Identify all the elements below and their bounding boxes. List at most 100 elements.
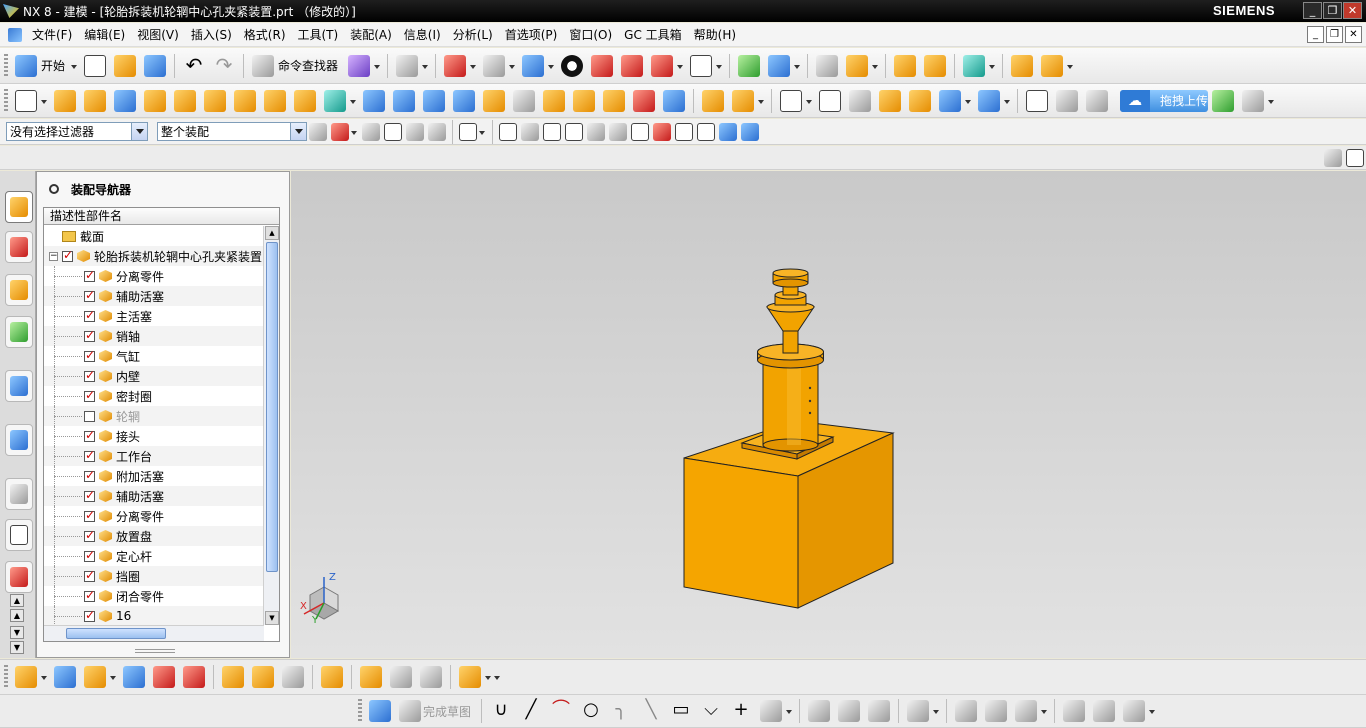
scroll-down-icon[interactable]: ▼: [10, 626, 24, 639]
fillet-icon[interactable]: ╮: [610, 700, 632, 722]
revolve-icon[interactable]: [84, 89, 106, 112]
feature-selection-icon[interactable]: [384, 122, 402, 141]
edge-blend-icon[interactable]: [483, 89, 505, 112]
assembly-constraints-icon[interactable]: [222, 666, 244, 688]
background-icon[interactable]: [690, 54, 713, 77]
tree-row-part[interactable]: 辅助活塞: [44, 486, 264, 506]
part-checkbox[interactable]: [84, 308, 95, 322]
panel-resize-handle[interactable]: [135, 649, 175, 653]
menu-file[interactable]: 文件(F): [26, 26, 78, 43]
tree-row-part[interactable]: 内壁: [44, 366, 264, 386]
tree-row-part[interactable]: 16: [44, 606, 264, 625]
circle-icon[interactable]: ○: [580, 700, 602, 722]
part-checkbox[interactable]: [84, 448, 95, 462]
background-dropdown[interactable]: [716, 56, 723, 76]
chamfer-sketch-icon[interactable]: ╲: [640, 700, 662, 722]
save-icon[interactable]: [144, 54, 167, 77]
column-header[interactable]: 描述性部件名: [44, 208, 279, 225]
part-checkbox[interactable]: [84, 468, 95, 482]
start-dropdown[interactable]: [71, 56, 78, 76]
tree-row-part[interactable]: 闭合零件: [44, 586, 264, 606]
doc-close-button[interactable]: ✕: [1345, 26, 1362, 43]
rotate-view-dropdown[interactable]: [509, 56, 516, 76]
ruled-surface-icon[interactable]: [819, 89, 841, 112]
constraint-navigator-tab[interactable]: [5, 231, 33, 263]
slot-icon[interactable]: [264, 89, 286, 112]
make-corner-icon[interactable]: [868, 700, 891, 722]
toolbar-grip[interactable]: [4, 53, 8, 78]
sketch-icon[interactable]: [15, 89, 37, 112]
extrude-icon[interactable]: [54, 89, 76, 112]
shell-icon[interactable]: [543, 89, 565, 112]
snap-quadrant-icon[interactable]: [653, 122, 671, 141]
offset-dropdown[interactable]: [933, 701, 940, 721]
menu-assemblies[interactable]: 装配(A): [344, 26, 398, 43]
tree-row-part[interactable]: 定心杆: [44, 546, 264, 566]
menu-analysis[interactable]: 分析(L): [447, 26, 499, 43]
product-interface-dropdown[interactable]: [485, 667, 491, 687]
arc-icon[interactable]: ⌒: [550, 700, 572, 722]
root-checkbox[interactable]: [62, 248, 73, 262]
snap-enable-icon[interactable]: [499, 122, 517, 141]
studio-render-icon[interactable]: [621, 54, 644, 77]
select-all-dropdown[interactable]: [351, 122, 357, 142]
new-file-icon[interactable]: [84, 54, 107, 77]
subtract-icon[interactable]: [732, 89, 754, 112]
clock-tab[interactable]: [5, 478, 33, 510]
unite-icon[interactable]: [702, 89, 724, 112]
keyboard-icon[interactable]: [1242, 89, 1264, 112]
n-sided-surface-icon[interactable]: [909, 89, 931, 112]
extension-dropdown[interactable]: [1004, 91, 1010, 111]
point-icon[interactable]: +: [730, 700, 752, 722]
component-pattern-icon[interactable]: [123, 666, 145, 688]
wcs-origin-icon[interactable]: [768, 54, 791, 77]
tree-row-part[interactable]: 气缸: [44, 346, 264, 366]
menu-information[interactable]: 信息(I): [398, 26, 447, 43]
part-checkbox[interactable]: [84, 528, 95, 542]
doc-minimize-button[interactable]: _: [1307, 26, 1324, 43]
tree-row-part[interactable]: 挡圈: [44, 566, 264, 586]
part-checkbox[interactable]: [84, 588, 95, 602]
chain-selection-icon[interactable]: [428, 122, 446, 141]
reattach-icon[interactable]: [1063, 700, 1086, 722]
tree-row-part[interactable]: 销轴: [44, 326, 264, 346]
mesh-surface-icon[interactable]: [849, 89, 871, 112]
tree-row-part[interactable]: 分离零件: [44, 266, 264, 286]
pad-icon[interactable]: [234, 89, 256, 112]
part-checkbox[interactable]: [84, 548, 95, 562]
pocket-icon[interactable]: [204, 89, 226, 112]
cylinder-icon[interactable]: [363, 89, 385, 112]
chamfer-icon[interactable]: [513, 89, 535, 112]
constraints-dropdown[interactable]: [1041, 701, 1048, 721]
open-folder-icon[interactable]: [114, 54, 137, 77]
part-checkbox[interactable]: [84, 508, 95, 522]
scroll-thumb[interactable]: [266, 242, 278, 572]
part-checkbox[interactable]: [84, 268, 95, 282]
render-dropdown[interactable]: [677, 56, 684, 76]
command-finder-button[interactable]: 命令查找器: [278, 57, 338, 74]
quick-trim-icon[interactable]: [808, 700, 831, 722]
orient-view-dropdown[interactable]: [548, 56, 555, 76]
part-checkbox[interactable]: [84, 410, 95, 422]
move-component-icon[interactable]: [183, 666, 205, 688]
auto-constrain-icon[interactable]: [1015, 700, 1038, 722]
boss-icon[interactable]: [174, 89, 196, 112]
offset-curve-icon[interactable]: [907, 700, 930, 722]
doc-restore-button[interactable]: ❐: [1326, 26, 1343, 43]
mirror-assembly-icon[interactable]: [153, 666, 175, 688]
plugin-dropdown[interactable]: [1268, 91, 1274, 111]
undo-icon[interactable]: ↶: [183, 55, 205, 77]
sequence-icon[interactable]: [360, 666, 382, 688]
studio-surface-icon[interactable]: [939, 89, 961, 112]
part-navigator-tab[interactable]: [5, 274, 33, 306]
show-hide-icon[interactable]: [963, 54, 986, 77]
part-checkbox[interactable]: [84, 328, 95, 342]
tree-row-section[interactable]: 截面: [44, 226, 264, 246]
studio-spline-icon[interactable]: [760, 700, 783, 722]
clearance-analysis-icon[interactable]: [390, 666, 412, 688]
tree-row-part[interactable]: 放置盘: [44, 526, 264, 546]
infer-constraints-icon[interactable]: [1123, 700, 1146, 722]
measure-distance-icon[interactable]: [1011, 54, 1034, 77]
start-icon[interactable]: [15, 54, 37, 77]
rectangle-icon[interactable]: ▭: [670, 700, 692, 722]
